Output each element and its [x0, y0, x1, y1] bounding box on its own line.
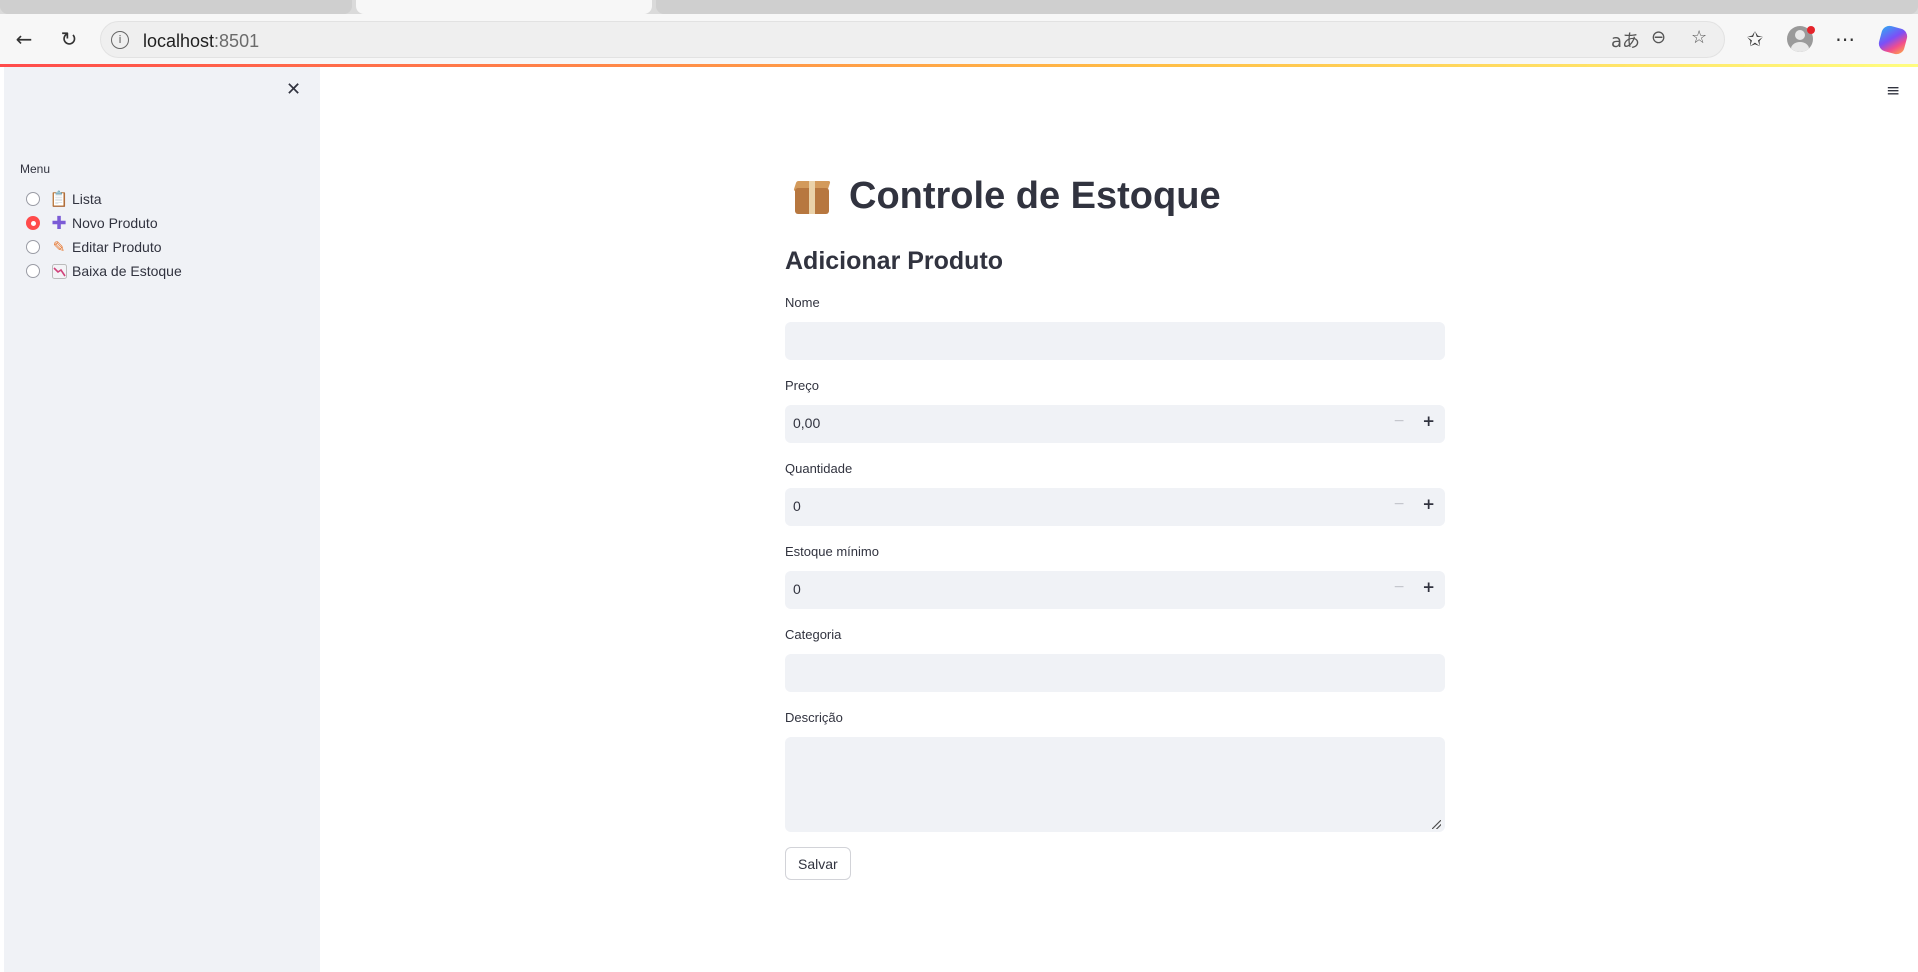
- radio-button-selected[interactable]: [26, 216, 40, 230]
- menu-item-editar-produto[interactable]: ✎ Editar Produto: [20, 235, 182, 259]
- sidebar: ✕ Menu 📋 Lista ✚ Novo Produto ✎ Editar P…: [4, 67, 320, 972]
- clipboard-icon: 📋: [49, 190, 69, 208]
- menu-item-lista[interactable]: 📋 Lista: [20, 187, 182, 211]
- estoque-minimo-value: 0: [793, 581, 801, 597]
- resize-handle-icon[interactable]: [1432, 820, 1441, 829]
- preco-input[interactable]: 0,00 − +: [785, 405, 1445, 443]
- browser-tab-strip: [0, 0, 1918, 14]
- preco-increment-button[interactable]: +: [1422, 412, 1435, 430]
- menu-item-label: Novo Produto: [72, 215, 158, 231]
- categoria-label: Categoria: [785, 627, 842, 642]
- save-button[interactable]: Salvar: [785, 847, 851, 880]
- address-bar[interactable]: i localhost:8501 aあ ⊖ ☆: [100, 21, 1725, 58]
- zoom-out-icon[interactable]: ⊖: [1651, 27, 1666, 48]
- pencil-icon: ✎: [52, 238, 66, 256]
- preco-label: Preço: [785, 378, 819, 393]
- quantidade-decrement-button[interactable]: −: [1393, 496, 1405, 512]
- browser-toolbar: ← ↻ i localhost:8501 aあ ⊖ ☆ ✩ ⋯: [0, 14, 1918, 64]
- browser-tab[interactable]: [656, 0, 1918, 14]
- notification-dot: [1807, 26, 1815, 34]
- plus-icon: ✚: [51, 212, 67, 234]
- menu-item-baixa-de-estoque[interactable]: Baixa de Estoque: [20, 259, 182, 283]
- browser-tab-active[interactable]: [356, 0, 652, 14]
- package-icon: [793, 178, 831, 216]
- categoria-input[interactable]: [785, 654, 1445, 692]
- quantidade-input[interactable]: 0 − +: [785, 488, 1445, 526]
- page-title: Controle de Estoque: [793, 175, 1221, 218]
- browser-tab[interactable]: [0, 0, 352, 14]
- url-port: :8501: [214, 31, 260, 51]
- quantidade-value: 0: [793, 498, 801, 514]
- preco-decrement-button[interactable]: −: [1393, 413, 1405, 429]
- translate-icon[interactable]: aあ: [1611, 27, 1640, 53]
- radio-button[interactable]: [26, 264, 40, 278]
- url-host: localhost: [143, 31, 215, 51]
- quantidade-increment-button[interactable]: +: [1422, 495, 1435, 513]
- nome-input[interactable]: [785, 322, 1445, 360]
- reload-icon[interactable]: ↻: [54, 24, 84, 54]
- radio-button[interactable]: [26, 192, 40, 206]
- section-title: Adicionar Produto: [785, 247, 1004, 275]
- preco-value: 0,00: [793, 415, 821, 431]
- chart-decreasing-icon: [50, 262, 68, 280]
- nome-label: Nome: [785, 295, 820, 310]
- estoque-minimo-decrement-button[interactable]: −: [1393, 579, 1405, 595]
- main-menu-icon[interactable]: ≡: [1886, 81, 1900, 101]
- estoque-minimo-input[interactable]: 0 − +: [785, 571, 1445, 609]
- estoque-minimo-label: Estoque mínimo: [785, 544, 879, 559]
- descricao-label: Descrição: [785, 710, 843, 725]
- streamlit-app: ✕ Menu 📋 Lista ✚ Novo Produto ✎ Editar P…: [0, 67, 1918, 972]
- descricao-textarea[interactable]: [785, 737, 1445, 832]
- site-info-icon[interactable]: i: [111, 31, 129, 49]
- menu-item-novo-produto[interactable]: ✚ Novo Produto: [20, 211, 182, 235]
- menu-label: Menu: [20, 162, 51, 176]
- favorites-icon[interactable]: ✩: [1740, 24, 1770, 54]
- close-sidebar-icon[interactable]: ✕: [286, 79, 301, 100]
- address-url[interactable]: localhost:8501: [143, 31, 259, 52]
- quantidade-label: Quantidade: [785, 461, 853, 476]
- menu-radio-group: 📋 Lista ✚ Novo Produto ✎ Editar Produto …: [20, 187, 182, 283]
- menu-item-label: Editar Produto: [72, 239, 162, 255]
- radio-button[interactable]: [26, 240, 40, 254]
- back-icon[interactable]: ←: [9, 24, 39, 54]
- more-menu-icon[interactable]: ⋯: [1830, 24, 1860, 54]
- estoque-minimo-increment-button[interactable]: +: [1422, 578, 1435, 596]
- copilot-icon[interactable]: [1877, 24, 1909, 56]
- favorite-star-icon[interactable]: ☆: [1691, 27, 1707, 48]
- page-title-text: Controle de Estoque: [849, 175, 1221, 217]
- menu-item-label: Lista: [72, 191, 102, 207]
- menu-item-label: Baixa de Estoque: [72, 263, 182, 279]
